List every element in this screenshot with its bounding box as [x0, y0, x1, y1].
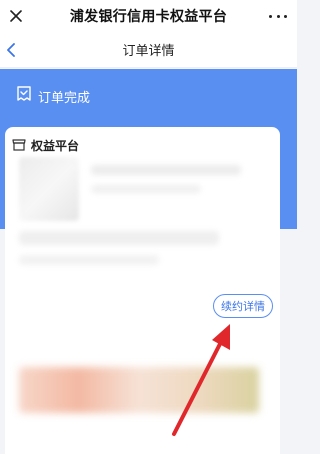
page-title: 订单详情 [122, 44, 175, 59]
order-status: 订单完成 [16, 85, 90, 107]
chevron-left-icon[interactable] [4, 41, 18, 59]
blurred-info-row [19, 255, 159, 265]
app-title: 浦发银行信用卡权益平台 [69, 9, 228, 25]
blurred-product-image [19, 157, 79, 221]
renewal-details-button[interactable]: 续约详情 [213, 294, 273, 318]
blurred-info-row [19, 231, 219, 245]
app-bar: 浦发银行信用卡权益平台 [0, 0, 297, 32]
blurred-product-text [91, 185, 201, 193]
order-status-label: 订单完成 [38, 90, 91, 106]
card-header: 权益平台 [12, 136, 79, 155]
close-icon[interactable] [6, 6, 26, 26]
order-done-icon [16, 85, 32, 107]
store-icon [12, 136, 26, 155]
more-icon[interactable] [269, 11, 287, 21]
blurred-product-text [91, 165, 241, 175]
card-title: 权益平台 [31, 139, 80, 153]
nav-bar: 订单详情 [0, 32, 297, 68]
annotation-arrow [172, 324, 230, 436]
